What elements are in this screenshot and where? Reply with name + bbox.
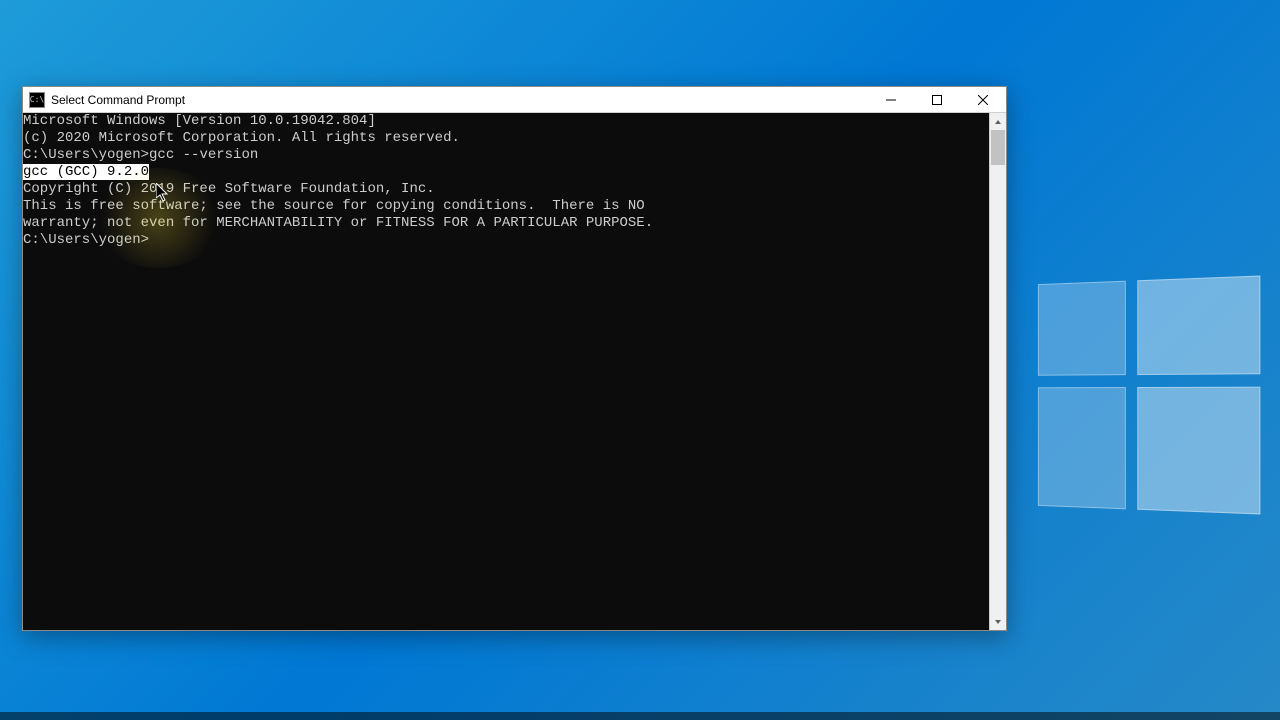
- terminal-line: Copyright (C) 2019 Free Software Foundat…: [23, 181, 989, 198]
- maximize-icon: [932, 95, 942, 105]
- terminal-line: C:\Users\yogen>gcc --version: [23, 147, 989, 164]
- terminal-line: gcc (GCC) 9.2.0: [23, 164, 989, 181]
- terminal-line: (c) 2020 Microsoft Corporation. All righ…: [23, 130, 989, 147]
- logo-pane: [1137, 386, 1260, 514]
- window-title: Select Command Prompt: [51, 93, 868, 107]
- terminal-line: This is free software; see the source fo…: [23, 198, 989, 215]
- chevron-down-icon: [994, 618, 1002, 626]
- logo-pane: [1038, 387, 1126, 509]
- cmd-icon: C:\: [29, 92, 45, 108]
- logo-pane: [1137, 276, 1260, 375]
- terminal-area: Microsoft Windows [Version 10.0.19042.80…: [23, 113, 1006, 630]
- maximize-button[interactable]: [914, 87, 960, 112]
- scroll-thumb[interactable]: [991, 130, 1005, 165]
- prompt: C:\Users\yogen>: [23, 147, 149, 163]
- minimize-button[interactable]: [868, 87, 914, 112]
- command: gcc --version: [149, 147, 258, 163]
- taskbar[interactable]: [0, 712, 1280, 720]
- prompt: C:\Users\yogen>: [23, 232, 149, 248]
- terminal-content[interactable]: Microsoft Windows [Version 10.0.19042.80…: [23, 113, 989, 630]
- titlebar[interactable]: C:\ Select Command Prompt: [23, 87, 1006, 113]
- scroll-down-button[interactable]: [990, 613, 1006, 630]
- windows-logo: [1038, 276, 1260, 515]
- terminal-line: C:\Users\yogen>: [23, 232, 989, 249]
- scrollbar[interactable]: [989, 113, 1006, 630]
- close-button[interactable]: [960, 87, 1006, 112]
- scroll-up-button[interactable]: [990, 113, 1006, 130]
- close-icon: [978, 95, 988, 105]
- minimize-icon: [886, 95, 896, 105]
- chevron-up-icon: [994, 118, 1002, 126]
- logo-pane: [1038, 281, 1126, 376]
- selected-text: gcc (GCC) 9.2.0: [23, 164, 149, 180]
- window-controls: [868, 87, 1006, 112]
- command-prompt-window: C:\ Select Command Prompt Microsoft Wind…: [22, 86, 1007, 631]
- terminal-line: warranty; not even for MERCHANTABILITY o…: [23, 215, 989, 232]
- scroll-track[interactable]: [990, 130, 1006, 613]
- terminal-line: Microsoft Windows [Version 10.0.19042.80…: [23, 113, 989, 130]
